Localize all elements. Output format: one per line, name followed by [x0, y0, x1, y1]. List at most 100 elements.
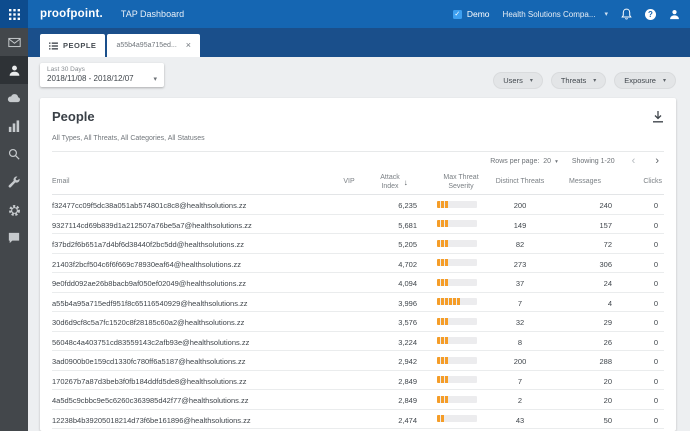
waffle-icon [8, 8, 20, 20]
user-menu-button[interactable] [669, 9, 680, 20]
date-range-label: Last 30 Days [47, 66, 85, 73]
users-filter-button[interactable]: Users ▾ [493, 72, 543, 89]
app-grid-button[interactable] [0, 0, 28, 28]
cell-attack-index: 3,576 [398, 318, 417, 328]
threats-filter-button[interactable]: Threats ▾ [550, 72, 607, 89]
demo-checkbox-icon[interactable]: ✓ [452, 9, 462, 19]
cell-email: 4a5d5c9cbbc9e5c6260c363985d42f77@healths… [52, 396, 249, 406]
wrench-icon [8, 176, 20, 188]
left-sidebar [0, 28, 28, 431]
cell-distinct-threats: 149 [513, 220, 527, 230]
cell-email: 30d6d9cf8c5a7fc1520c8f28185c60a2@healths… [52, 318, 245, 328]
notifications-button[interactable] [621, 8, 632, 20]
page-title: People [52, 109, 95, 124]
cell-distinct-threats: 200 [513, 201, 527, 211]
chat-icon [8, 232, 20, 244]
severity-bar [437, 259, 477, 267]
rows-per-page-select[interactable]: Rows per page: 20 ▾ [490, 158, 558, 165]
demo-label: Demo [466, 9, 490, 19]
cell-max-threat-severity [430, 415, 492, 423]
tab-detail-label: a55b4a95a715ed... [116, 42, 177, 49]
table-row[interactable]: 56048c4a403751cd83559143c2afb93e@healths… [52, 332, 664, 351]
gear-icon [8, 204, 21, 217]
cell-messages: 72 [603, 240, 612, 250]
table-header-row: Email VIP Attack Index ↓ Max Threat Severi… [52, 171, 664, 195]
table-row[interactable]: 3ad0900b0e159cd1330fc780ff6a5187@healths… [52, 351, 664, 371]
download-button[interactable] [652, 110, 664, 123]
cell-clicks: 0 [653, 396, 658, 406]
cell-max-threat-severity [430, 395, 492, 403]
cell-messages: 26 [603, 337, 612, 347]
demo-toggle[interactable]: ✓ Demo [452, 9, 490, 19]
sidebar-item-tools[interactable] [0, 168, 28, 196]
tab-people[interactable]: PEOPLE [40, 34, 106, 57]
cell-distinct-threats: 43 [515, 415, 525, 425]
cell-clicks: 0 [653, 201, 658, 211]
table-row[interactable]: 170267b7a87d3beb3f0fb184ddfd5de8@healths… [52, 371, 664, 390]
column-header-clicks[interactable]: Clicks [636, 178, 664, 187]
severity-bar [437, 220, 477, 228]
threats-filter-label: Threats [560, 76, 587, 85]
sidebar-item-reports[interactable] [0, 112, 28, 140]
rows-per-page-value: 20 [543, 158, 552, 165]
cell-attack-index: 3,996 [398, 298, 417, 308]
column-header-messages[interactable]: Messages [548, 178, 636, 187]
cell-attack-index: 2,474 [398, 415, 417, 425]
cell-max-threat-severity [430, 317, 492, 325]
cell-distinct-threats: 8 [517, 337, 523, 347]
table-row[interactable]: 12238b4b39205018214d73f6be161896@healths… [52, 410, 664, 429]
exposure-filter-button[interactable]: Exposure ▾ [614, 72, 676, 89]
cell-messages: 20 [603, 376, 612, 386]
account-caret-icon[interactable]: ▾ [604, 10, 608, 18]
table-row[interactable]: 9e0fdd092ae26b8bacb9af050ef02049@healths… [52, 273, 664, 293]
next-page-button[interactable]: › [652, 156, 662, 167]
cell-distinct-threats: 273 [513, 259, 527, 269]
severity-bar [437, 298, 477, 306]
table-row[interactable]: a55b4a95a715edf951f8c65116540929@healths… [52, 293, 664, 312]
search-icon [8, 148, 20, 160]
severity-bar [437, 239, 477, 247]
cell-messages: 288 [599, 357, 612, 367]
top-bar: proofpoint. TAP Dashboard ✓ Demo Health … [0, 0, 690, 28]
column-header-max-threat-severity[interactable]: Max Threat Severity [430, 174, 492, 192]
table-row[interactable]: 21403f2bcf504c6f6f669c78930eaf64@healths… [52, 254, 664, 273]
sort-descending-icon: ↓ [403, 177, 408, 187]
table-row[interactable]: f37bd2f6b651a7d4bf6d38440f2bc5dd@healths… [52, 234, 664, 254]
sidebar-item-settings[interactable] [0, 196, 28, 224]
tab-person-detail[interactable]: a55b4a95a715ed... × [107, 34, 201, 57]
column-header-vip[interactable]: VIP [340, 178, 358, 187]
close-icon[interactable]: × [186, 41, 191, 50]
column-header-distinct-threats[interactable]: Distinct Threats [492, 178, 548, 187]
table-row[interactable]: 4a5d5c9cbbc9e5c6260c363985d42f77@healths… [52, 390, 664, 410]
table-row[interactable]: f32477cc09f5dc38a051ab574801c8c8@healths… [52, 195, 664, 215]
severity-bar [437, 317, 477, 325]
exposure-caret-icon: ▾ [662, 78, 666, 84]
filters-row: Last 30 Days 2018/11/08 - 2018/12/07 ▾ U… [40, 63, 676, 89]
column-header-attack-index[interactable]: Attack Index ↓ [358, 174, 430, 192]
table-row[interactable]: 9327114cd69b839d1a212507a76be5a7@healths… [52, 215, 664, 234]
list-icon [49, 41, 58, 50]
table-row[interactable]: 30d6d9cf8c5a7fc1520c8f28185c60a2@healths… [52, 312, 664, 332]
cell-email: a55b4a95a715edf951f8c65116540929@healths… [52, 298, 248, 308]
users-filter-label: Users [503, 76, 523, 85]
sidebar-item-cloud[interactable] [0, 84, 28, 112]
sidebar-item-people[interactable] [0, 56, 28, 84]
account-name[interactable]: Health Solutions Compa... [503, 10, 596, 19]
column-header-email[interactable]: Email [52, 178, 340, 187]
rows-per-page-label: Rows per page: [490, 158, 540, 165]
cell-distinct-threats: 7 [517, 298, 523, 308]
sidebar-item-feedback[interactable] [0, 224, 28, 252]
cell-messages: 157 [599, 220, 612, 230]
prev-page-button[interactable]: ‹ [629, 156, 639, 167]
cell-messages: 20 [603, 396, 612, 406]
severity-bar [437, 200, 477, 208]
sidebar-item-search[interactable] [0, 140, 28, 168]
cell-max-threat-severity [430, 356, 492, 364]
sidebar-item-mail[interactable] [0, 28, 28, 56]
date-range-picker[interactable]: Last 30 Days 2018/11/08 - 2018/12/07 ▾ [40, 63, 164, 87]
people-icon [8, 64, 21, 77]
cell-clicks: 0 [653, 337, 658, 347]
severity-bar [437, 278, 477, 286]
help-button[interactable]: ? [645, 8, 656, 20]
cell-clicks: 0 [653, 279, 658, 289]
